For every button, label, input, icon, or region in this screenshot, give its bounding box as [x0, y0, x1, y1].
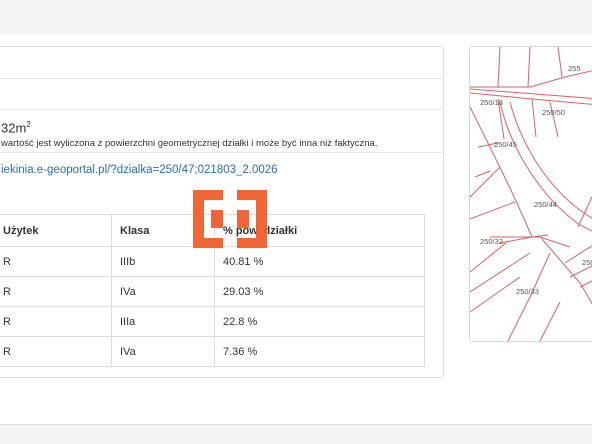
cell-percent: 7.36 % [214, 336, 425, 367]
table-row: R IVa 7.36 % [0, 336, 425, 367]
area-value: 32m2 [1, 120, 31, 136]
details-row [0, 47, 443, 79]
parcel-map-drawing: 255 250/18 250/50 250/45 250/44 250/32 2… [470, 47, 592, 341]
area-note: wartość jest wyliczona z powierzchni geo… [1, 138, 378, 149]
geoportal-link-row: iekinia.e-geoportal.pl/?dzialka=250/47;0… [0, 153, 443, 193]
parcel-label: 250/44 [534, 200, 557, 209]
cell-percent: 40.81 % [214, 246, 425, 277]
column-header-uzytek: Użytek [0, 214, 112, 247]
parcel-label: 250/50 [542, 108, 565, 117]
table-row: R IIIa 22.8 % [0, 306, 425, 337]
area-info: 32m2 wartość jest wyliczona z powierzchn… [0, 110, 443, 153]
cell-uzytek: R [0, 246, 112, 277]
parcel-label: 250/33 [516, 287, 539, 296]
parcel-label: 250 [582, 258, 592, 267]
table-row: R IIIb 40.81 % [0, 246, 425, 277]
parcel-label: 250/32 [480, 237, 503, 246]
geoportal-link[interactable]: iekinia.e-geoportal.pl/?dzialka=250/47;0… [1, 164, 278, 176]
parcel-label: 250/45 [494, 140, 517, 149]
cell-percent: 22.8 % [214, 306, 425, 337]
cell-percent: 29.03 % [214, 276, 425, 307]
parcel-label: 250/18 [480, 98, 503, 107]
cell-uzytek: R [0, 276, 112, 307]
details-row [0, 79, 443, 110]
cell-klasa: IVa [111, 336, 215, 367]
parcel-label: 255 [568, 64, 581, 73]
cell-uzytek: R [0, 336, 112, 367]
cell-uzytek: R [0, 306, 112, 337]
cell-klasa: IVa [111, 276, 215, 307]
cell-klasa: IIIa [111, 306, 215, 337]
table-row: R IVa 29.03 % [0, 276, 425, 307]
parcel-map[interactable]: 255 250/18 250/50 250/45 250/44 250/32 2… [469, 46, 592, 342]
bottom-bar [0, 425, 592, 444]
agency-logo-watermark [193, 190, 267, 248]
top-bar [0, 0, 592, 35]
cell-klasa: IIIb [111, 246, 215, 277]
